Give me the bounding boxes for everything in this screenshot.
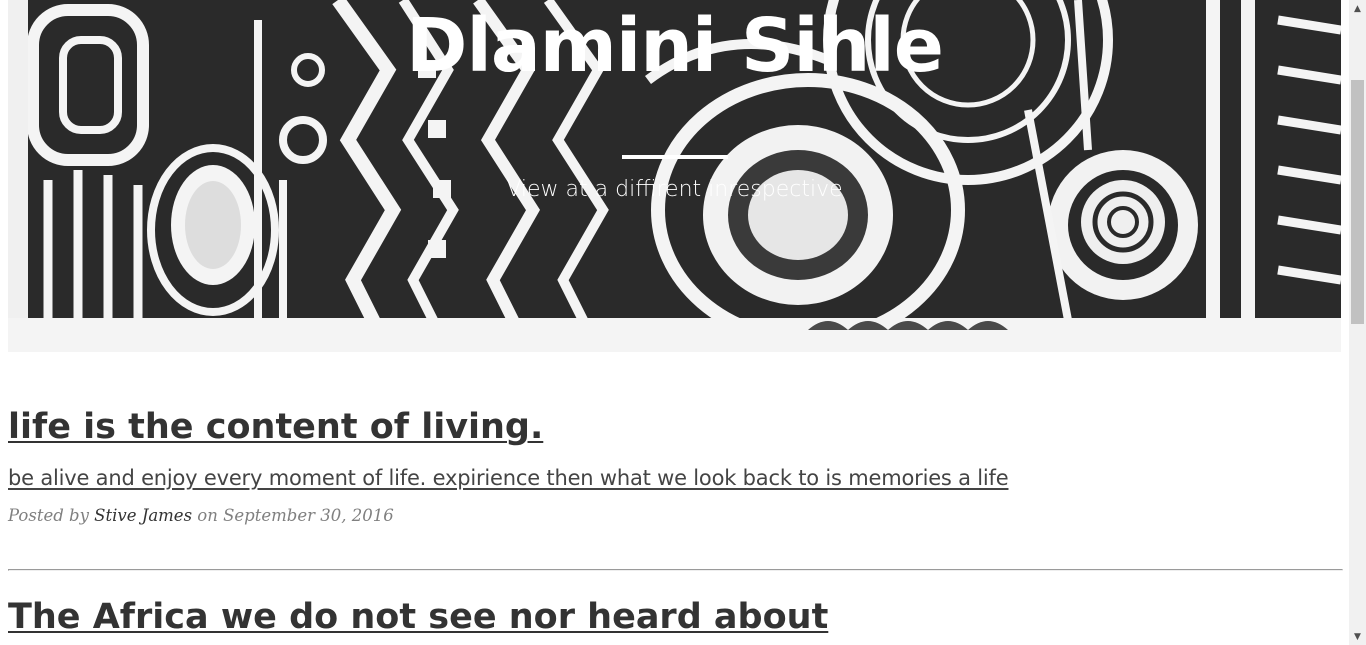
post-title-link[interactable]: The Africa we do not see nor heard about (8, 594, 828, 640)
hero-header: Dlamini Sihle View at a diffirent inresp… (8, 0, 1341, 352)
post-divider (8, 569, 1343, 571)
scrollbar-thumb[interactable] (1351, 80, 1364, 324)
post-preview: life is the content of living. (8, 404, 1341, 450)
title-divider (622, 155, 728, 159)
post-subtitle-link[interactable]: be alive and enjoy every moment of life.… (8, 463, 1009, 493)
post-meta: Posted by Stive James on September 30, 2… (8, 504, 1341, 528)
post-date: September 30, 2016 (223, 506, 394, 525)
post-preview: The Africa we do not see nor heard about (8, 594, 1341, 640)
post-title-link[interactable]: life is the content of living. (8, 404, 543, 450)
post-meta-prefix: Posted by (8, 506, 95, 525)
scroll-down-arrow-icon[interactable]: ▼ (1349, 628, 1366, 645)
site-subtitle: View at a diffirent inrespective (506, 177, 843, 202)
post-meta-on: on (192, 506, 224, 525)
post-subtitle-row: be alive and enjoy every moment of life.… (8, 463, 1341, 493)
site-title: Dlamini Sihle (406, 3, 944, 89)
browser-viewport: Dlamini Sihle View at a diffirent inresp… (0, 0, 1366, 645)
vertical-scrollbar[interactable]: ▲ ▼ (1349, 0, 1366, 645)
post-author-link[interactable]: Stive James (94, 506, 192, 525)
scroll-up-arrow-icon[interactable]: ▲ (1349, 0, 1366, 17)
blog-page: Dlamini Sihle View at a diffirent inresp… (0, 0, 1349, 645)
